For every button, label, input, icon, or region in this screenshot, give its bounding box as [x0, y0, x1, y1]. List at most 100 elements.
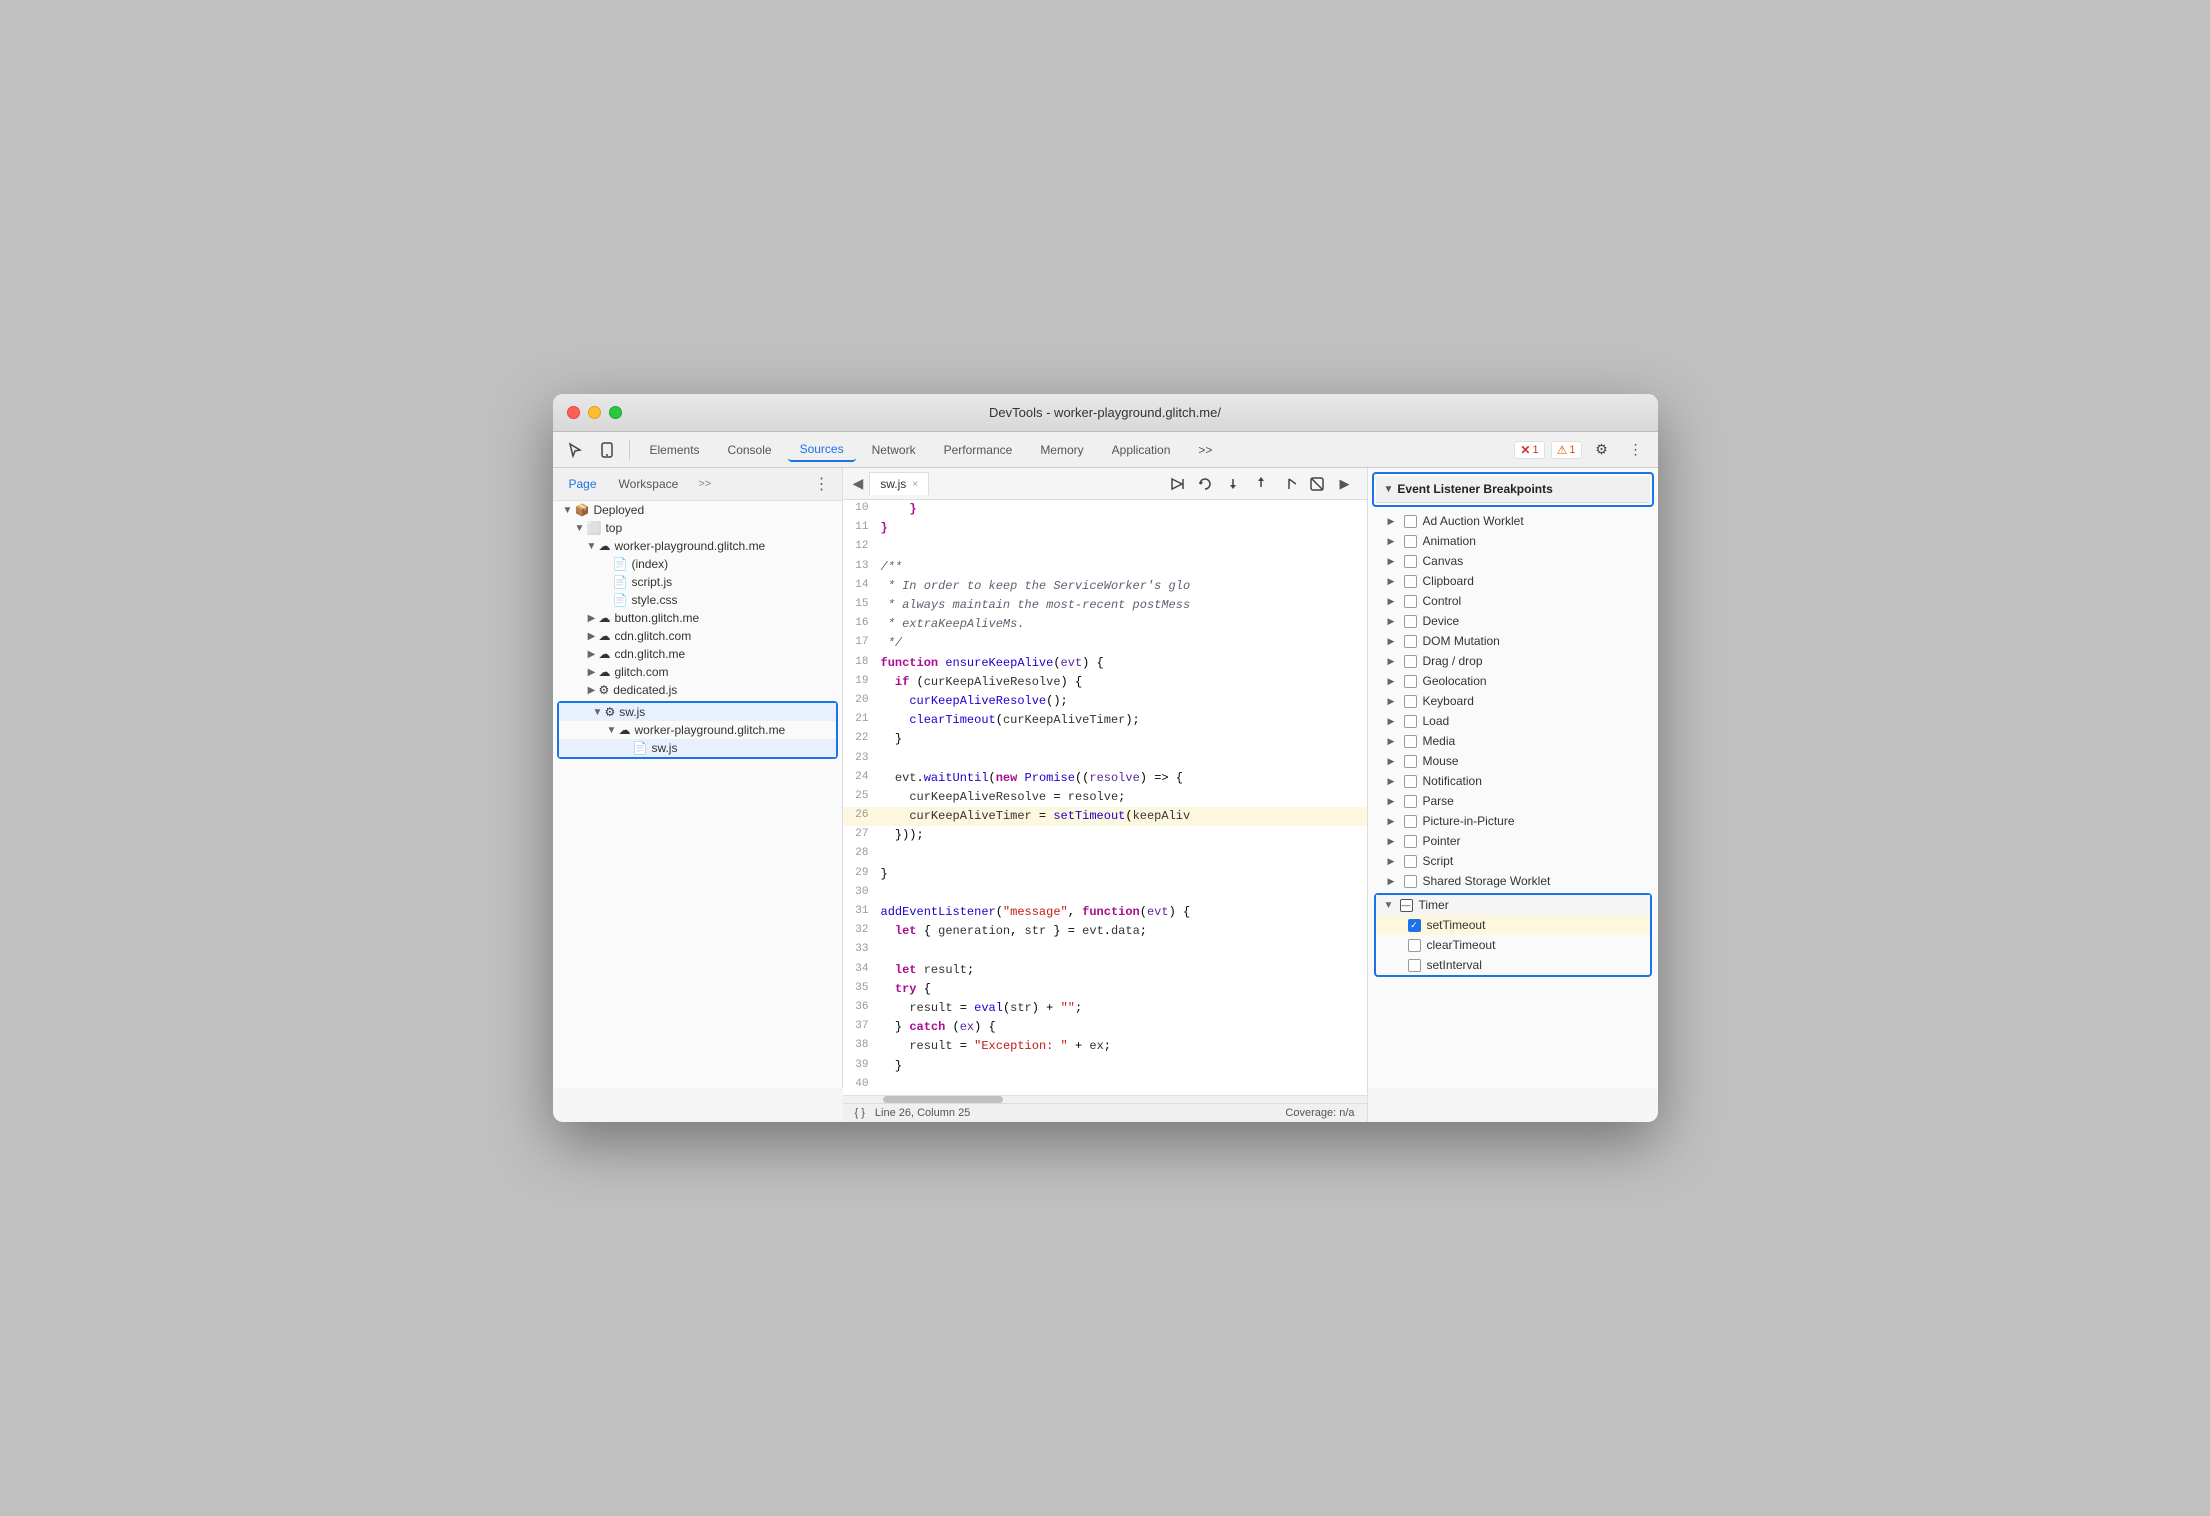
warn-badge[interactable]: ⚠ 1 — [1551, 441, 1582, 459]
bp-item-3[interactable]: ▶ Clipboard — [1368, 571, 1658, 591]
mobile-icon[interactable] — [593, 436, 621, 464]
bp-checkbox-5[interactable] — [1404, 615, 1417, 628]
setinterval-checkbox[interactable] — [1408, 959, 1421, 972]
bp-checkbox-16[interactable] — [1404, 835, 1417, 848]
code-content[interactable]: 10 } 11 } 12 13 /** 14 * In ord — [843, 500, 1367, 1095]
tree-top[interactable]: ▼ ⬜ top — [553, 519, 842, 537]
tab-memory[interactable]: Memory — [1028, 439, 1095, 461]
bp-item-6[interactable]: ▶ DOM Mutation — [1368, 631, 1658, 651]
timer-header[interactable]: ▼ — Timer — [1376, 895, 1650, 915]
tree-index[interactable]: ▶ 📄 (index) — [553, 555, 842, 573]
deactivate-icon[interactable] — [1305, 472, 1329, 496]
timer-checkbox[interactable]: — — [1400, 899, 1413, 912]
bp-item-13[interactable]: ▶ Notification — [1368, 771, 1658, 791]
bp-item-16[interactable]: ▶ Pointer — [1368, 831, 1658, 851]
close-button[interactable] — [567, 406, 580, 419]
bp-item-7[interactable]: ▶ Drag / drop — [1368, 651, 1658, 671]
error-badge[interactable]: ✕ 1 — [1514, 441, 1544, 459]
settings-icon[interactable]: ⚙ — [1588, 436, 1616, 464]
code-line-13: 13 /** — [843, 558, 1367, 577]
minimize-button[interactable] — [588, 406, 601, 419]
bp-item-1[interactable]: ▶ Animation — [1368, 531, 1658, 551]
bp-item-0[interactable]: ▶ Ad Auction Worklet — [1368, 511, 1658, 531]
tab-network[interactable]: Network — [860, 439, 928, 461]
step-into-icon[interactable] — [1249, 472, 1273, 496]
toolbar-separator-1 — [629, 440, 630, 460]
code-tab-close[interactable]: × — [912, 479, 918, 490]
bp-item-15[interactable]: ▶ Picture-in-Picture — [1368, 811, 1658, 831]
horizontal-scrollbar[interactable] — [843, 1095, 1367, 1103]
bp-item-2[interactable]: ▶ Canvas — [1368, 551, 1658, 571]
tree-script-js[interactable]: ▶ 📄 script.js — [553, 573, 842, 591]
code-line-18: 18 function ensureKeepAlive(evt) { — [843, 654, 1367, 673]
bp-item-17[interactable]: ▶ Script — [1368, 851, 1658, 871]
bp-checkbox-3[interactable] — [1404, 575, 1417, 588]
sidebar-more[interactable]: >> — [692, 476, 717, 492]
more-tabs[interactable]: >> — [1186, 439, 1224, 461]
tab-console[interactable]: Console — [716, 439, 784, 461]
sidebar-tab-workspace[interactable]: Workspace — [611, 473, 687, 495]
cursor-icon[interactable] — [561, 436, 589, 464]
bp-item-8[interactable]: ▶ Geolocation — [1368, 671, 1658, 691]
bp-checkbox-0[interactable] — [1404, 515, 1417, 528]
bp-checkbox-6[interactable] — [1404, 635, 1417, 648]
tree-deployed[interactable]: ▼ 📦 Deployed — [553, 501, 842, 519]
settimeout-row[interactable]: ▶ setTimeout — [1376, 915, 1650, 935]
bp-checkbox-1[interactable] — [1404, 535, 1417, 548]
tree-sw-js-file[interactable]: ▶ 📄 sw.js — [559, 739, 836, 757]
bp-item-14[interactable]: ▶ Parse — [1368, 791, 1658, 811]
tree-cdn-glitch-com[interactable]: ▶ ☁ cdn.glitch.com — [553, 627, 842, 645]
bp-checkbox-8[interactable] — [1404, 675, 1417, 688]
sidebar-menu-icon[interactable]: ⋮ — [810, 472, 834, 496]
tree-sw-js-group[interactable]: ▼ ⚙ sw.js — [559, 703, 836, 721]
bp-checkbox-13[interactable] — [1404, 775, 1417, 788]
tree-worker-playground[interactable]: ▼ ☁ worker-playground.glitch.me — [553, 537, 842, 555]
resume-button[interactable] — [1165, 472, 1189, 496]
bp-checkbox-10[interactable] — [1404, 715, 1417, 728]
tree-style-css[interactable]: ▶ 📄 style.css — [553, 591, 842, 609]
tree-glitch-com[interactable]: ▶ ☁ glitch.com — [553, 663, 842, 681]
tab-sources[interactable]: Sources — [788, 438, 856, 462]
bp-item-12[interactable]: ▶ Mouse — [1368, 751, 1658, 771]
bp-item-11[interactable]: ▶ Media — [1368, 731, 1658, 751]
bp-item-4[interactable]: ▶ Control — [1368, 591, 1658, 611]
settimeout-checkbox[interactable] — [1408, 919, 1421, 932]
bp-checkbox-18[interactable] — [1404, 875, 1417, 888]
tree-cdn-glitch-me[interactable]: ▶ ☁ cdn.glitch.me — [553, 645, 842, 663]
bp-checkbox-15[interactable] — [1404, 815, 1417, 828]
code-tab-swjs[interactable]: sw.js × — [869, 472, 929, 495]
bp-checkbox-11[interactable] — [1404, 735, 1417, 748]
bp-checkbox-7[interactable] — [1404, 655, 1417, 668]
step-out-icon[interactable] — [1277, 472, 1301, 496]
tab-elements[interactable]: Elements — [638, 439, 712, 461]
collapse-icon[interactable]: ◀ — [847, 473, 870, 494]
bp-checkbox-4[interactable] — [1404, 595, 1417, 608]
bp-item-9[interactable]: ▶ Keyboard — [1368, 691, 1658, 711]
bp-checkbox-9[interactable] — [1404, 695, 1417, 708]
cleartimeout-row[interactable]: ▶ clearTimeout — [1376, 935, 1650, 955]
more-options-icon[interactable]: ⋮ — [1622, 436, 1650, 464]
code-line-26: 26 curKeepAliveTimer = setTimeout(keepAl… — [843, 807, 1367, 826]
bp-checkbox-17[interactable] — [1404, 855, 1417, 868]
tab-application[interactable]: Application — [1100, 439, 1183, 461]
sidebar-tab-page[interactable]: Page — [561, 473, 605, 495]
tab-performance[interactable]: Performance — [932, 439, 1025, 461]
scrollbar-thumb[interactable] — [883, 1096, 1003, 1103]
tree-worker-playground-sub[interactable]: ▼ ☁ worker-playground.glitch.me — [559, 721, 836, 739]
bp-checkbox-2[interactable] — [1404, 555, 1417, 568]
reload-icon[interactable] — [1193, 472, 1217, 496]
step-over-icon[interactable] — [1221, 472, 1245, 496]
cleartimeout-checkbox[interactable] — [1408, 939, 1421, 952]
bp-item-18[interactable]: ▶ Shared Storage Worklet — [1368, 871, 1658, 891]
bp-checkbox-12[interactable] — [1404, 755, 1417, 768]
maximize-button[interactable] — [609, 406, 622, 419]
tree-dedicated-js[interactable]: ▶ ⚙ dedicated.js — [553, 681, 842, 699]
format-icon[interactable]: { } — [855, 1107, 865, 1119]
setinterval-row[interactable]: ▶ setInterval — [1376, 955, 1650, 975]
tree-button-glitch[interactable]: ▶ ☁ button.glitch.me — [553, 609, 842, 627]
bp-item-10[interactable]: ▶ Load — [1368, 711, 1658, 731]
bp-panel-header[interactable]: ▼ Event Listener Breakpoints — [1376, 476, 1650, 503]
bp-checkbox-14[interactable] — [1404, 795, 1417, 808]
expand-icon[interactable]: ▶ — [1333, 472, 1357, 496]
bp-item-5[interactable]: ▶ Device — [1368, 611, 1658, 631]
